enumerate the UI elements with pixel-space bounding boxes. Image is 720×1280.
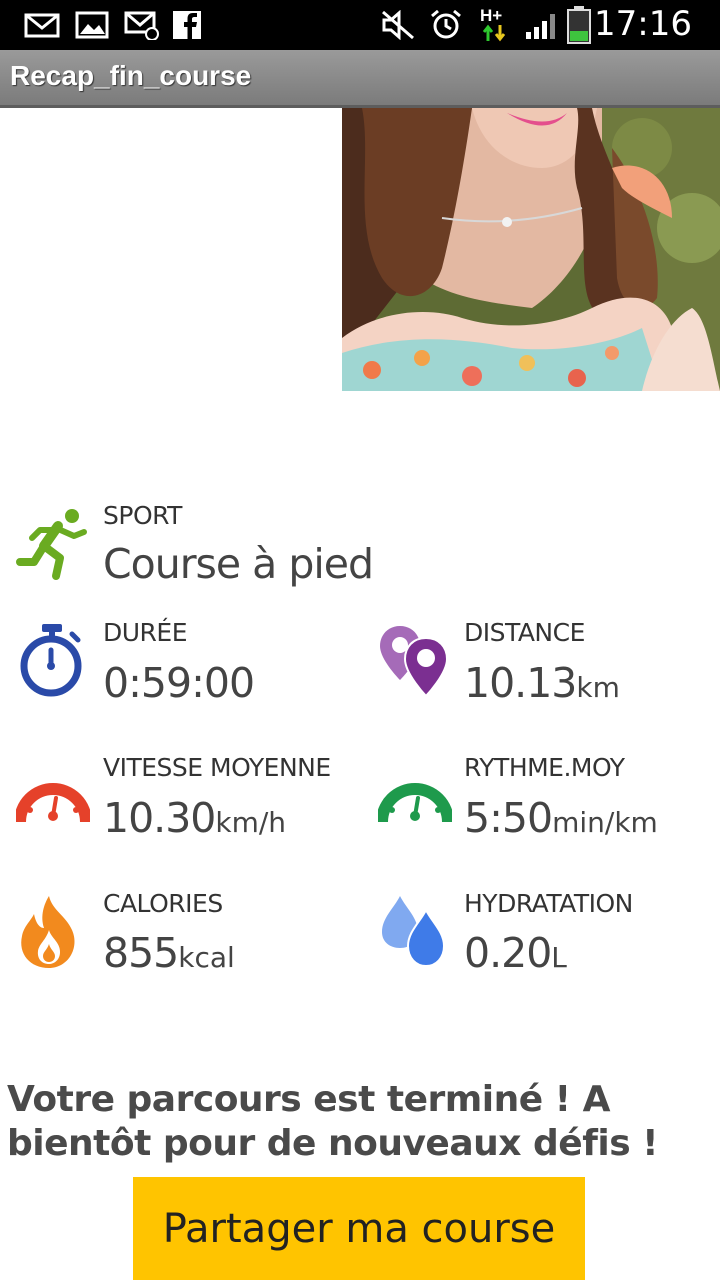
network-type: H+ xyxy=(480,6,503,25)
duration-value: 0:59:00 xyxy=(103,659,255,707)
avg-speed-value: 10.30 xyxy=(103,794,216,842)
avg-pace-unit: min/km xyxy=(552,806,658,839)
distance-value-group: 10.13km xyxy=(464,659,620,707)
avg-speed-label: VITESSE MOYENNE xyxy=(103,753,331,782)
facebook-icon xyxy=(173,11,201,39)
battery-icon xyxy=(567,6,591,44)
hydration-unit: L xyxy=(551,941,567,974)
speedometer-green-icon xyxy=(378,783,452,823)
stopwatch-icon xyxy=(20,624,82,697)
mute-icon xyxy=(382,10,414,40)
avg-pace-label: RYTHME.MOY xyxy=(464,753,625,782)
calories-value: 855 xyxy=(103,929,179,977)
calories-unit: kcal xyxy=(178,941,235,974)
avg-pace-value-group: 5:50min/km xyxy=(464,794,658,842)
avg-speed-value-group: 10.30km/h xyxy=(103,794,286,842)
distance-label: DISTANCE xyxy=(464,618,585,647)
hydration-value-group: 0.20L xyxy=(464,929,567,977)
mail-icon xyxy=(24,13,60,38)
distance-value: 10.13 xyxy=(464,659,577,707)
share-run-button[interactable]: Partager ma course xyxy=(133,1177,585,1280)
distance-unit: km xyxy=(576,671,620,704)
sport-value: Course à pied xyxy=(103,540,374,588)
avg-pace-value: 5:50 xyxy=(464,794,553,842)
water-drops-icon xyxy=(382,896,446,968)
page-title: Recap_fin_course xyxy=(10,60,252,91)
clock: 17:16 xyxy=(594,4,692,44)
sport-label: SPORT xyxy=(103,501,182,530)
map-pins-icon xyxy=(380,626,449,698)
calories-value-group: 855kcal xyxy=(103,929,235,977)
running-icon xyxy=(16,509,87,580)
avg-speed-unit: km/h xyxy=(215,806,287,839)
completion-message: Votre parcours est terminé ! A bientôt p… xyxy=(7,1079,659,1164)
calories-label: CALORIES xyxy=(103,889,223,918)
duration-label: DURÉE xyxy=(103,618,188,647)
speedometer-red-icon xyxy=(16,783,90,823)
profile-photo xyxy=(342,108,720,391)
alarm-icon xyxy=(431,10,461,39)
email-at-icon xyxy=(124,11,159,40)
data-arrows-icon xyxy=(482,24,506,42)
flame-icon xyxy=(21,896,75,968)
image-icon xyxy=(75,11,109,39)
signal-icon xyxy=(526,14,555,39)
action-bar: Recap_fin_course xyxy=(0,50,720,108)
status-bar: H+ 17:16 xyxy=(0,0,720,50)
recap-card: SPORT Course à pied DURÉE 0:59:00 DISTAN… xyxy=(0,462,720,992)
hydration-label: HYDRATATION xyxy=(464,889,633,918)
hydration-value: 0.20 xyxy=(464,929,552,977)
